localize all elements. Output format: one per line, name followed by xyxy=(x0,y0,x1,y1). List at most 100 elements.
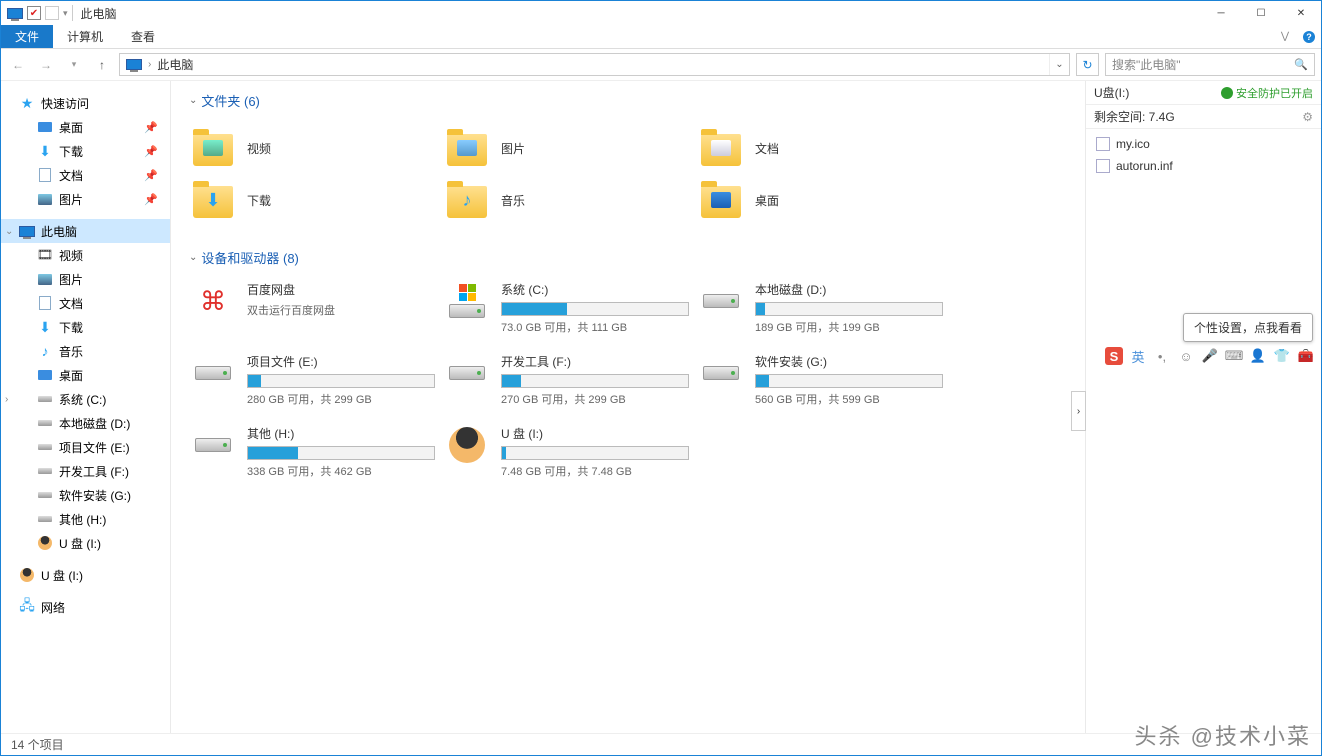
rpane-file[interactable]: my.ico xyxy=(1086,133,1321,155)
usb-avatar-icon xyxy=(19,567,35,583)
forward-button[interactable]: → xyxy=(35,54,57,76)
chevron-down-icon[interactable]: ⌄ xyxy=(5,226,13,237)
rpane-file[interactable]: autorun.inf xyxy=(1086,155,1321,177)
tab-file[interactable]: 文件 xyxy=(1,25,53,48)
sidebar-item-documents2[interactable]: 文档 xyxy=(1,291,170,315)
ime-tooltip[interactable]: 个性设置，点我看看 xyxy=(1183,313,1313,342)
title-bar: ✔ ▾ 此电脑 ─ ☐ ✕ xyxy=(1,1,1321,25)
folder-icon: ⬇ xyxy=(193,180,233,220)
close-button[interactable]: ✕ xyxy=(1281,1,1321,25)
ime-lang[interactable]: 英 xyxy=(1129,347,1147,365)
search-box[interactable]: 🔍 xyxy=(1105,53,1315,76)
sidebar-item-downloads[interactable]: ⬇下载📌 xyxy=(1,139,170,163)
tab-computer[interactable]: 计算机 xyxy=(53,25,117,48)
drive-item[interactable]: U 盘 (I:)7.48 GB 可用，共 7.48 GB xyxy=(443,423,693,481)
maximize-button[interactable]: ☐ xyxy=(1241,1,1281,25)
usage-bar xyxy=(247,446,435,460)
refresh-button[interactable]: ↻ xyxy=(1076,53,1099,76)
drive-item[interactable]: 软件安装 (G:)560 GB 可用，共 599 GB xyxy=(697,351,947,409)
folder-icon xyxy=(701,128,741,168)
drive-item[interactable]: ⌘百度网盘双击运行百度网盘 xyxy=(189,279,439,337)
drive-name: 开发工具 (F:) xyxy=(501,353,689,370)
ime-keyboard-icon[interactable]: ⌨ xyxy=(1225,347,1243,365)
ime-voice-icon[interactable]: 🎤 xyxy=(1201,347,1219,365)
drive-item[interactable]: 项目文件 (E:)280 GB 可用，共 299 GB xyxy=(189,351,439,409)
drive-icon xyxy=(449,366,485,380)
qat-blank[interactable] xyxy=(45,6,59,20)
section-drives[interactable]: ⌄设备和驱动器 (8) xyxy=(189,248,1067,267)
sogou-icon[interactable]: S xyxy=(1105,347,1123,365)
folder-icon xyxy=(447,128,487,168)
sidebar-item-desktop[interactable]: 桌面📌 xyxy=(1,115,170,139)
folder-music[interactable]: ♪音乐 xyxy=(443,174,693,226)
address-bar[interactable]: › 此电脑 ⌄ xyxy=(119,53,1070,76)
drive-item[interactable]: 系统 (C:)73.0 GB 可用，共 111 GB xyxy=(443,279,693,337)
chevron-down-icon: ⌄ xyxy=(189,252,197,263)
ime-skin-icon[interactable]: 👕 xyxy=(1273,347,1291,365)
desktop-icon xyxy=(38,370,52,380)
drive-item[interactable]: 其他 (H:)338 GB 可用，共 462 GB xyxy=(189,423,439,481)
sidebar-item-drive-c[interactable]: ›系统 (C:) xyxy=(1,387,170,411)
drive-sub: 189 GB 可用，共 199 GB xyxy=(755,319,943,335)
sidebar-item-pictures2[interactable]: 图片 xyxy=(1,267,170,291)
sidebar-item-drive-i[interactable]: U 盘 (I:) xyxy=(1,531,170,555)
folder-label: 图片 xyxy=(501,140,525,157)
back-button[interactable]: ← xyxy=(7,54,29,76)
pictures-icon xyxy=(38,274,52,285)
ime-user-icon[interactable]: 👤 xyxy=(1249,347,1267,365)
tab-view[interactable]: 查看 xyxy=(117,25,169,48)
ribbon-expand-icon[interactable]: ⋁ xyxy=(1273,25,1297,48)
sidebar-item-downloads2[interactable]: ⬇下载 xyxy=(1,315,170,339)
ime-emoji-icon[interactable]: ☺ xyxy=(1177,347,1195,365)
qat-dropdown[interactable]: ▾ xyxy=(63,8,68,19)
sidebar-item-drive-f[interactable]: 开发工具 (F:) xyxy=(1,459,170,483)
sidebar-this-pc[interactable]: ⌄此电脑 xyxy=(1,219,170,243)
sidebar-item-desktop2[interactable]: 桌面 xyxy=(1,363,170,387)
folder-video[interactable]: 视频 xyxy=(189,122,439,174)
sidebar-network[interactable]: 🖧网络 xyxy=(1,595,170,619)
sidebar-item-music[interactable]: ♪音乐 xyxy=(1,339,170,363)
drive-sub: 280 GB 可用，共 299 GB xyxy=(247,391,435,407)
sidebar-item-drive-g[interactable]: 软件安装 (G:) xyxy=(1,483,170,507)
chevron-right-icon[interactable]: › xyxy=(5,394,8,405)
usage-bar xyxy=(501,302,689,316)
baidu-icon: ⌘ xyxy=(200,286,226,317)
folder-icon xyxy=(193,128,233,168)
sidebar-item-documents[interactable]: 文档📌 xyxy=(1,163,170,187)
gear-icon[interactable]: ⚙ xyxy=(1302,110,1313,124)
usage-bar xyxy=(501,446,689,460)
svg-text:?: ? xyxy=(1306,32,1312,42)
folder-desktop[interactable]: 桌面 xyxy=(697,174,947,226)
drive-sub: 338 GB 可用，共 462 GB xyxy=(247,463,435,479)
sidebar-item-drive-e[interactable]: 项目文件 (E:) xyxy=(1,435,170,459)
search-icon[interactable]: 🔍 xyxy=(1294,58,1308,71)
section-folders[interactable]: ⌄文件夹 (6) xyxy=(189,91,1067,110)
folder-pictures[interactable]: 图片 xyxy=(443,122,693,174)
collapse-pane-button[interactable]: › xyxy=(1071,391,1086,431)
usb-avatar-icon xyxy=(449,427,485,463)
help-icon[interactable]: ? xyxy=(1297,25,1321,48)
file-name: autorun.inf xyxy=(1116,159,1173,173)
status-bar: 14 个项目 xyxy=(1,733,1321,755)
sidebar-item-drive-d[interactable]: 本地磁盘 (D:) xyxy=(1,411,170,435)
sidebar-item-pictures[interactable]: 图片📌 xyxy=(1,187,170,211)
sidebar-quick-access[interactable]: ★ 快速访问 xyxy=(1,91,170,115)
drive-item[interactable]: 本地磁盘 (D:)189 GB 可用，共 199 GB xyxy=(697,279,947,337)
ribbon: 文件 计算机 查看 ⋁ ? xyxy=(1,25,1321,49)
search-input[interactable] xyxy=(1112,58,1294,72)
recent-dropdown[interactable]: ▾ xyxy=(63,54,85,76)
qat-checkbox[interactable]: ✔ xyxy=(27,6,41,20)
sidebar-item-drive-h[interactable]: 其他 (H:) xyxy=(1,507,170,531)
folder-documents[interactable]: 文档 xyxy=(697,122,947,174)
up-button[interactable]: ↑ xyxy=(91,54,113,76)
sidebar-usb-root[interactable]: U 盘 (I:) xyxy=(1,563,170,587)
address-dropdown[interactable]: ⌄ xyxy=(1049,54,1069,75)
drive-item[interactable]: 开发工具 (F:)270 GB 可用，共 299 GB xyxy=(443,351,693,409)
minimize-button[interactable]: ─ xyxy=(1201,1,1241,25)
sidebar: ★ 快速访问 桌面📌 ⬇下载📌 文档📌 图片📌 ⌄此电脑 🎞视频 图片 文档 ⬇… xyxy=(1,81,171,733)
folder-downloads[interactable]: ⬇下载 xyxy=(189,174,439,226)
breadcrumb-thispc[interactable]: 此电脑 xyxy=(157,56,193,73)
sidebar-item-videos[interactable]: 🎞视频 xyxy=(1,243,170,267)
ime-punct-icon[interactable]: •, xyxy=(1153,347,1171,365)
ime-toolbox-icon[interactable]: 🧰 xyxy=(1297,347,1315,365)
